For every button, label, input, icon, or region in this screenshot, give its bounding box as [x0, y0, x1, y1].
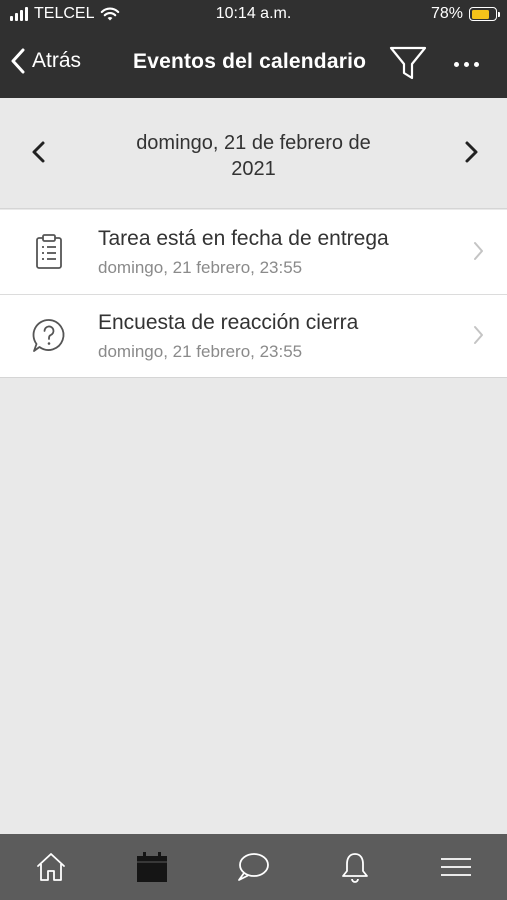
messages-icon	[238, 853, 270, 881]
battery-level	[471, 9, 490, 19]
event-date: domingo, 21 febrero, 23:55	[98, 258, 303, 277]
back-button[interactable]: Atrás	[10, 48, 81, 74]
back-label: Atrás	[32, 49, 82, 72]
calendar-icon	[137, 852, 168, 882]
event-title: Encuesta de reacción cierra	[98, 311, 359, 334]
date-line-2: 2021	[231, 158, 276, 180]
event-date: domingo, 21 febrero, 23:55	[98, 342, 303, 361]
more-button[interactable]	[448, 52, 484, 76]
current-date: domingo, 21 de febrero de 2021	[110, 130, 397, 182]
menu-icon	[441, 858, 472, 876]
next-day-button[interactable]	[456, 136, 486, 168]
notifications-icon	[341, 853, 368, 883]
battery-icon	[469, 7, 500, 21]
tab-calendar[interactable]	[122, 842, 182, 892]
feedback-question-icon	[32, 319, 65, 352]
filter-button[interactable]	[388, 44, 428, 82]
tab-notifications[interactable]	[325, 842, 385, 892]
tab-messages[interactable]	[223, 842, 283, 892]
battery-percent: 78%	[430, 5, 463, 22]
event-list: Tarea está en fecha de entrega domingo, …	[0, 210, 507, 378]
chevron-right-icon	[474, 242, 483, 260]
chevron-right-icon	[474, 326, 483, 344]
chevron-right-icon	[465, 141, 478, 163]
home-icon	[36, 853, 65, 881]
date-header: domingo, 21 de febrero de 2021	[0, 98, 507, 209]
page-title: Eventos del calendario	[133, 50, 367, 73]
chevron-left-icon	[11, 48, 25, 74]
chevron-left-icon	[32, 141, 45, 163]
tab-bar	[0, 834, 507, 900]
previous-day-button[interactable]	[24, 136, 54, 168]
nav-bar: Atrás Eventos del calendario	[0, 30, 507, 98]
status-right: 78%	[430, 5, 500, 23]
event-title: Tarea está en fecha de entrega	[98, 227, 389, 250]
event-item[interactable]: Encuesta de reacción cierra domingo, 21 …	[0, 294, 507, 378]
filter-icon	[389, 46, 427, 80]
date-line-1: domingo, 21 de febrero de	[136, 132, 371, 154]
tab-menu[interactable]	[426, 842, 486, 892]
more-icon	[453, 61, 459, 67]
status-bar: TELCEL 10:14 a.m. 78%	[0, 0, 507, 30]
event-item[interactable]: Tarea está en fecha de entrega domingo, …	[0, 210, 507, 294]
assignment-icon	[36, 234, 62, 269]
tab-home[interactable]	[21, 842, 81, 892]
